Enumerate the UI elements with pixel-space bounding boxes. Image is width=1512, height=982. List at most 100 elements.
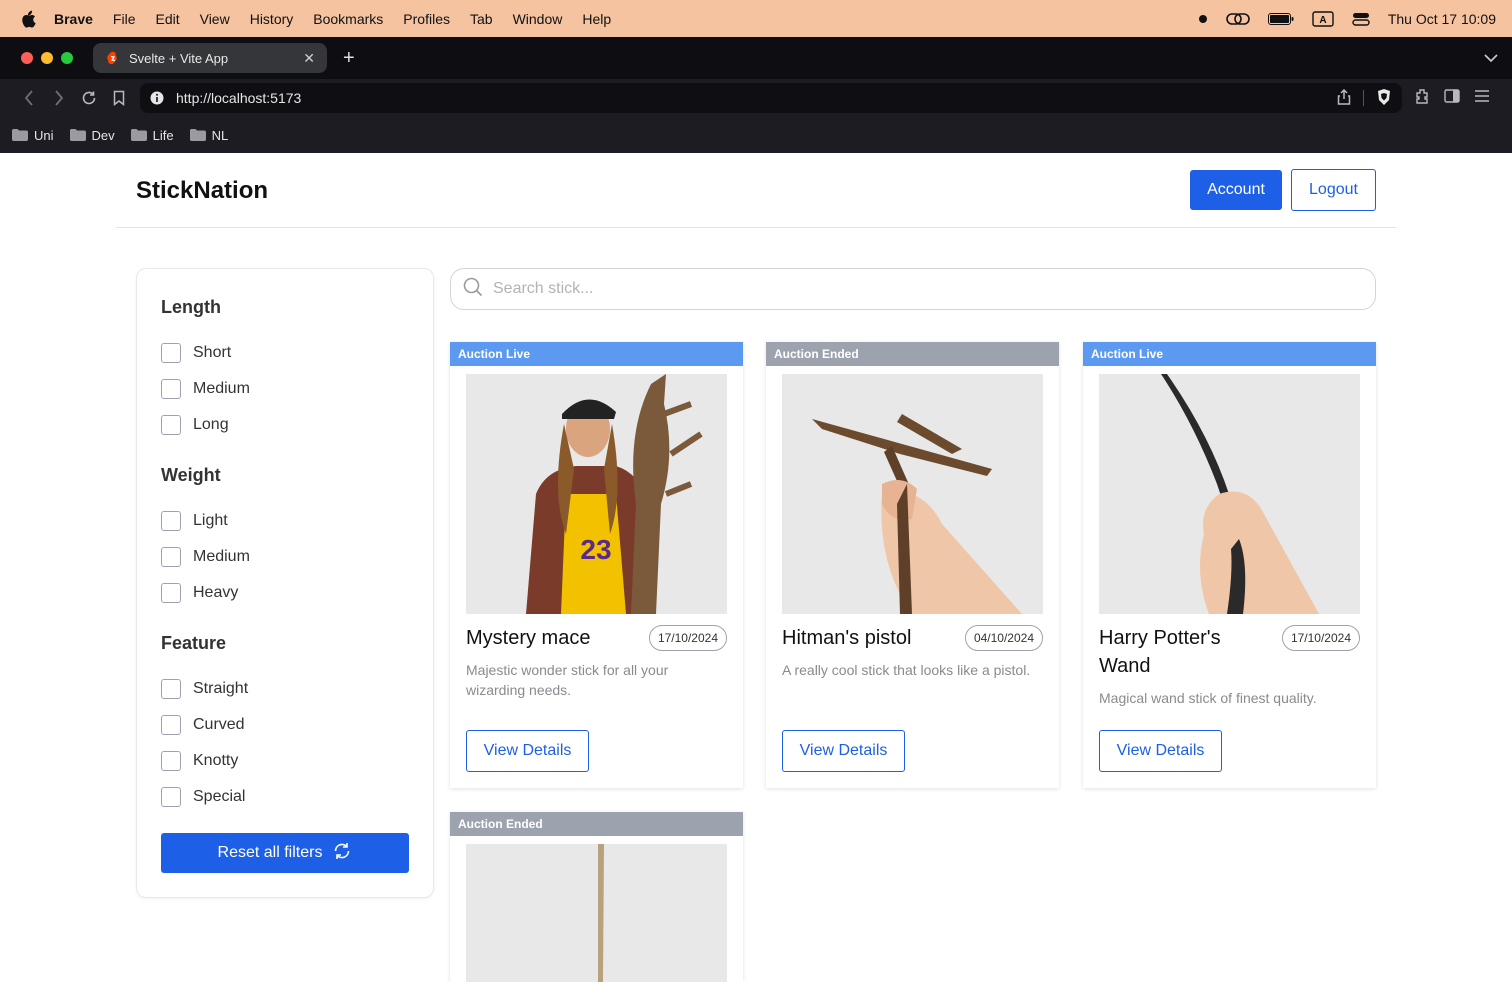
stick-title: Hitman's pistol (782, 627, 912, 649)
menu-edit[interactable]: Edit (155, 11, 179, 27)
reset-filters-button[interactable]: Reset all filters (161, 833, 409, 873)
bookmark-label: Uni (34, 127, 54, 143)
filter-weight-medium[interactable]: Medium (161, 547, 250, 567)
filter-option-label: Knotty (193, 752, 239, 769)
minimize-window-button[interactable] (41, 52, 53, 64)
tab-list-chevron-icon[interactable] (1484, 49, 1498, 67)
filter-option-label: Long (193, 416, 229, 433)
account-button[interactable]: Account (1190, 170, 1282, 210)
sidebar-toggle-icon[interactable] (1444, 88, 1460, 108)
filter-option-label: Light (193, 512, 228, 529)
bookmark-folder-nl[interactable]: NL (189, 127, 229, 143)
view-details-button[interactable]: View Details (466, 730, 589, 772)
back-icon[interactable] (14, 83, 44, 113)
forward-icon[interactable] (44, 83, 74, 113)
checkbox[interactable] (161, 415, 181, 435)
bookmark-label: Life (152, 127, 174, 143)
menu-app-name[interactable]: Brave (54, 11, 93, 27)
stick-image (1099, 374, 1360, 614)
menu-history[interactable]: History (250, 11, 294, 27)
filter-length-medium[interactable]: Medium (161, 379, 250, 399)
checkbox[interactable] (161, 583, 181, 603)
new-tab-icon[interactable]: + (343, 47, 355, 70)
menu-tab[interactable]: Tab (470, 11, 493, 27)
filter-option-label: Short (193, 344, 232, 361)
stick-card: Auction Ended Hitman's pistol 04/10/2024… (766, 342, 1059, 788)
keyboard-input-icon[interactable]: A (1312, 10, 1334, 27)
checkbox[interactable] (161, 751, 181, 771)
filter-feature-curved[interactable]: Curved (161, 715, 245, 735)
filter-option-label: Straight (193, 680, 249, 697)
folder-icon (69, 129, 86, 141)
checkbox[interactable] (161, 715, 181, 735)
battery-icon[interactable] (1267, 12, 1294, 25)
record-dot-icon[interactable] (1198, 14, 1208, 24)
menu-help[interactable]: Help (582, 11, 611, 27)
filter-feature-knotty[interactable]: Knotty (161, 751, 238, 771)
bookmark-label: Dev (91, 127, 115, 143)
auction-date-badge: 17/10/2024 (1281, 625, 1360, 651)
filter-feature-special[interactable]: Special (161, 787, 245, 807)
bookmark-folder-dev[interactable]: Dev (69, 127, 115, 143)
menu-view[interactable]: View (200, 11, 230, 27)
extensions-icon[interactable] (1414, 88, 1430, 109)
stick-card: Auction Ended (450, 812, 743, 982)
stick-title: Harry Potter's Wand (1099, 627, 1221, 677)
checkbox[interactable] (161, 379, 181, 399)
checkbox[interactable] (161, 547, 181, 567)
bookmark-folder-life[interactable]: Life (130, 127, 174, 143)
bookmark-icon[interactable] (104, 83, 134, 113)
checkbox[interactable] (161, 511, 181, 531)
hamburger-menu-icon[interactable] (1474, 89, 1490, 107)
zoom-window-button[interactable] (61, 52, 73, 64)
reload-icon[interactable] (74, 83, 104, 113)
filter-option-label: Medium (193, 548, 250, 565)
stick-title: Mystery mace (466, 627, 591, 649)
browser-toolbar: http://localhost:5173 (0, 79, 1512, 117)
stick-description: Magical wand stick of finest quality. (1099, 690, 1317, 706)
checkbox[interactable] (161, 679, 181, 699)
menu-window[interactable]: Window (513, 11, 563, 27)
filter-length-short[interactable]: Short (161, 343, 231, 363)
logout-button[interactable]: Logout (1291, 169, 1376, 211)
bookmark-label: NL (211, 127, 229, 143)
filter-option-label: Special (193, 788, 246, 805)
address-bar[interactable]: http://localhost:5173 (140, 83, 1402, 113)
filter-weight-light[interactable]: Light (161, 511, 228, 531)
auction-status-badge: Auction Live (450, 342, 743, 366)
stick-card: Auction Live Harry Potter's Wand 17/10/2… (1083, 342, 1376, 788)
link-icon[interactable] (1226, 12, 1250, 26)
share-icon[interactable] (1337, 88, 1351, 108)
search-icon (463, 277, 483, 302)
folder-icon (189, 129, 206, 141)
site-info-icon[interactable] (150, 91, 164, 105)
close-tab-icon[interactable]: ✕ (303, 50, 315, 67)
view-details-button[interactable]: View Details (782, 730, 905, 772)
filter-sidebar: Length Short Medium Long Weight Light Me… (136, 268, 434, 898)
checkbox[interactable] (161, 343, 181, 363)
url-text[interactable]: http://localhost:5173 (176, 90, 301, 106)
svg-text:A: A (1319, 15, 1326, 26)
brand-logo-text[interactable]: StickNation (136, 177, 268, 205)
browser-tab-active[interactable]: Svelte + Vite App ✕ (93, 43, 327, 73)
divider (1363, 90, 1364, 106)
menu-profiles[interactable]: Profiles (403, 11, 450, 27)
search-input[interactable] (493, 280, 1353, 298)
reset-filters-label: Reset all filters (217, 844, 323, 861)
site-header: StickNation Account Logout (116, 153, 1396, 228)
refresh-icon (332, 841, 352, 866)
menu-file[interactable]: File (113, 11, 136, 27)
apple-icon[interactable] (20, 10, 36, 28)
filter-feature-straight[interactable]: Straight (161, 679, 248, 699)
filter-weight-heavy[interactable]: Heavy (161, 583, 238, 603)
bookmark-folder-uni[interactable]: Uni (12, 128, 54, 143)
control-center-icon[interactable] (1352, 11, 1370, 27)
filter-length-long[interactable]: Long (161, 415, 229, 435)
close-window-button[interactable] (21, 52, 33, 64)
checkbox[interactable] (161, 787, 181, 807)
brave-shields-icon[interactable] (1376, 88, 1392, 109)
view-details-button[interactable]: View Details (1099, 730, 1222, 772)
menu-bookmarks[interactable]: Bookmarks (313, 11, 383, 27)
menubar-datetime[interactable]: Thu Oct 17 10:09 (1388, 11, 1496, 27)
filter-group-title-length: Length (161, 297, 221, 317)
